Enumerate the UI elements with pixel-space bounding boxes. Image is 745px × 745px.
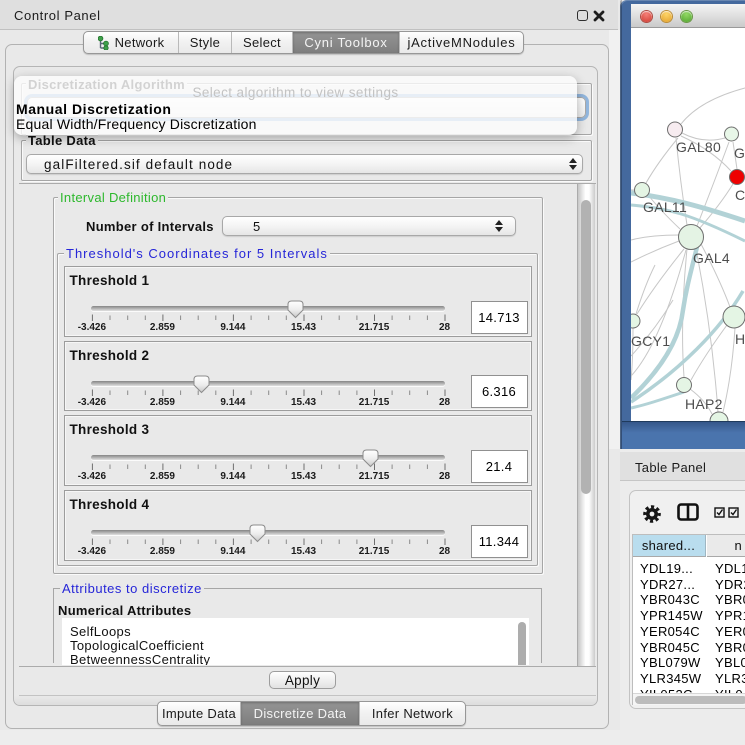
svg-text:GAL4: GAL4 (693, 250, 730, 266)
svg-text:GAL11: GAL11 (643, 199, 687, 215)
svg-text:C: C (735, 187, 745, 203)
svg-text:H: H (735, 331, 745, 347)
svg-text:GCY1: GCY1 (631, 333, 670, 349)
svg-text:GA: GA (734, 145, 745, 161)
svg-text:GAL80: GAL80 (676, 139, 721, 155)
svg-text:HAP2: HAP2 (685, 396, 723, 412)
